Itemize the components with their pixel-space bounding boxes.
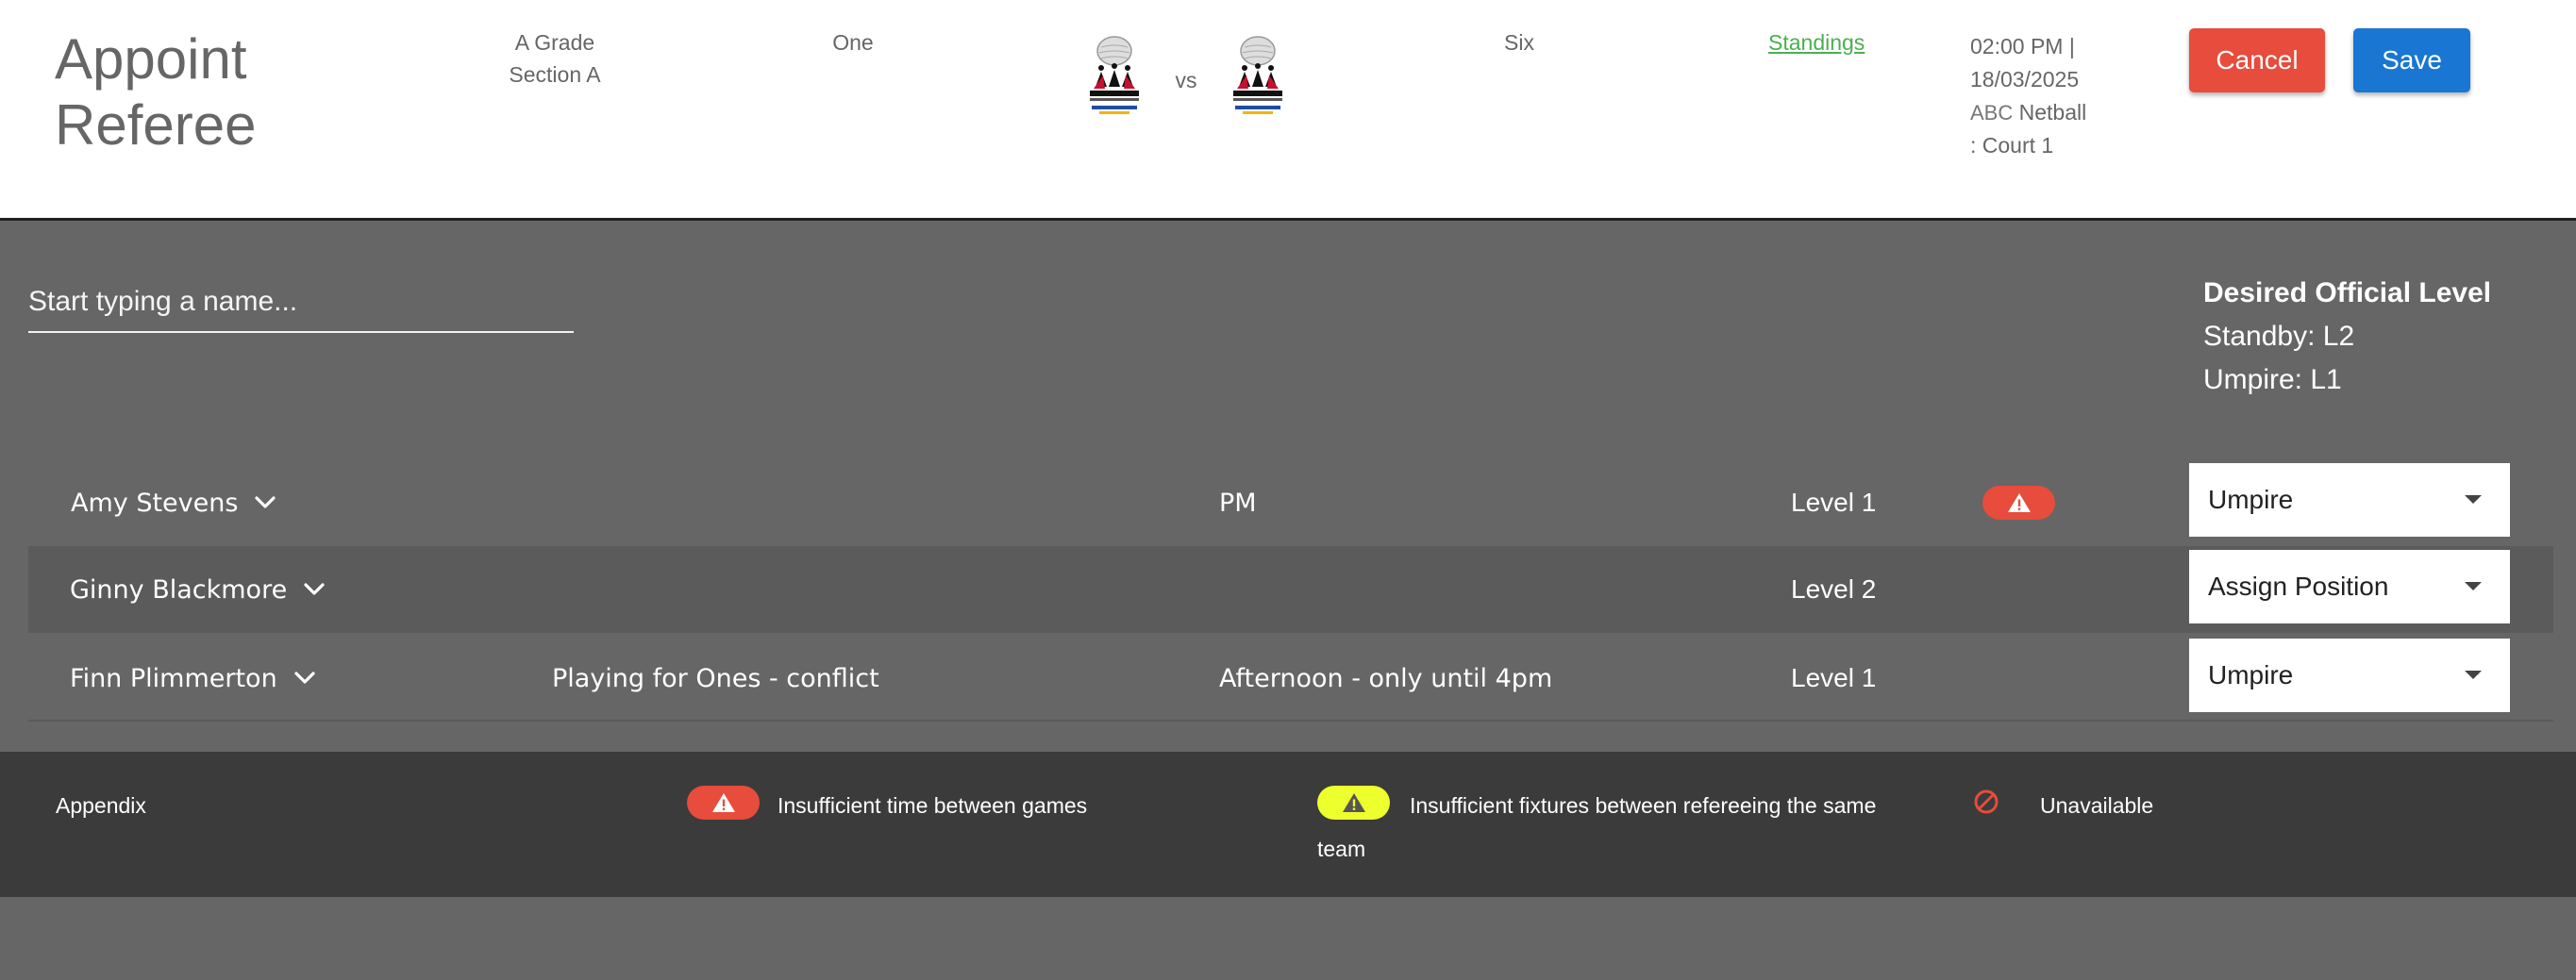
caret-down-icon	[2465, 495, 2482, 504]
referee-name: Amy Stevens	[71, 488, 239, 518]
legend-insufficient-fixtures-wrap: team	[1317, 837, 1366, 861]
chevron-down-icon[interactable]	[302, 577, 326, 602]
referee-name: Ginny Blackmore	[70, 574, 288, 605]
desired-level-panel: Desired Official Level Standby: L2 Umpir…	[2203, 272, 2491, 402]
vs-label: vs	[1175, 68, 1197, 92]
warning-triangle-icon	[1982, 486, 2055, 520]
position-select[interactable]: Assign Position	[2189, 550, 2510, 623]
header: Appoint Referee A Grade Section A One vs	[0, 0, 2576, 221]
desired-level-title: Desired Official Level	[2203, 277, 2492, 308]
grade-info: A Grade Section A	[460, 26, 649, 91]
venue-name: Netball	[2018, 100, 2087, 125]
chevron-down-icon[interactable]	[293, 666, 317, 690]
netball-logo	[1233, 36, 1282, 114]
match-venue: ABC Netball	[1970, 96, 2131, 129]
desired-level-umpire: Umpire: L1	[2203, 364, 2342, 395]
referee-name: Finn Plimmerton	[70, 663, 277, 693]
position-select[interactable]: Umpire	[2189, 463, 2510, 537]
referee-level: Level 1	[1791, 488, 1877, 517]
referee-level: Level 2	[1791, 574, 1877, 604]
referee-name-toggle[interactable]: Ginny Blackmore	[70, 546, 326, 633]
section-name: Section A	[509, 62, 601, 87]
search-input[interactable]	[28, 274, 574, 330]
warning-triangle-icon	[687, 786, 760, 820]
position-select[interactable]: Umpire	[2189, 639, 2510, 712]
position-select-value: Umpire	[2208, 660, 2294, 689]
legend-insufficient-fixtures: Insufficient fixtures between refereeing…	[1410, 793, 1877, 818]
position-select-value: Assign Position	[2208, 572, 2389, 601]
standings-link[interactable]: Standings	[1768, 30, 1865, 56]
warning-triangle-icon	[1317, 786, 1390, 820]
referee-note: Playing for Ones - conflict	[552, 663, 879, 693]
table-row: Ginny Blackmore Level 2 Assign Position	[28, 546, 2553, 633]
legend-unavailable: Unavailable	[2040, 793, 2154, 818]
position-select-value: Umpire	[2208, 485, 2294, 514]
table-row: Amy Stevens PM Level 1 Umpire	[28, 459, 2553, 546]
referee-name-toggle[interactable]: Amy Stevens	[71, 459, 277, 546]
unavailable-icon	[1972, 788, 2000, 822]
table-row: Finn Plimmerton Playing for Ones - confl…	[28, 635, 2553, 722]
round-name: One	[832, 30, 874, 55]
match-court: : Court 1	[1970, 133, 2054, 158]
match-meta: 02:00 PM | 18/03/2025 ABC Netball : Cour…	[1970, 30, 2131, 162]
division-name: Six	[1504, 30, 1534, 55]
search-field	[28, 274, 574, 333]
caret-down-icon	[2465, 671, 2482, 679]
availability: Afternoon - only until 4pm	[1219, 663, 1553, 693]
netball-logo	[1090, 36, 1139, 114]
page-title: Appoint Referee	[55, 27, 257, 157]
cancel-button[interactable]: Cancel	[2189, 28, 2325, 92]
legend-insufficient-time: Insufficient time between games	[778, 793, 1088, 818]
referee-level: Level 1	[1791, 663, 1877, 692]
desired-level-standby: Standby: L2	[2203, 321, 2355, 352]
appendix-legend: Appendix Insufficient time between games…	[0, 752, 2576, 897]
appendix-title: Appendix	[56, 793, 146, 818]
referee-name-toggle[interactable]: Finn Plimmerton	[70, 635, 317, 722]
caret-down-icon	[2465, 582, 2482, 590]
chevron-down-icon[interactable]	[253, 490, 277, 515]
venue-abbr: ABC	[1970, 101, 2014, 125]
grade-name: A Grade	[514, 30, 595, 55]
save-button[interactable]: Save	[2353, 28, 2470, 92]
match-time: 02:00 PM |	[1970, 34, 2075, 58]
match-date: 18/03/2025	[1970, 67, 2080, 91]
availability: PM	[1219, 488, 1257, 518]
warning-indicator	[1982, 459, 2055, 546]
